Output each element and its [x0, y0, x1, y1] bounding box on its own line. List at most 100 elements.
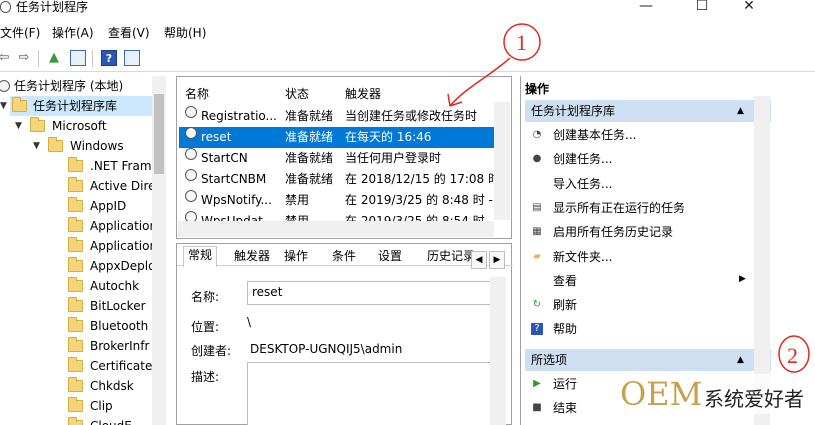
folder-icon: [68, 177, 83, 192]
tab-conditions[interactable]: 条件: [328, 248, 360, 266]
action-item-label: 结束: [553, 401, 578, 416]
actions-group-library[interactable]: 任务计划程序库 ▲: [525, 100, 771, 122]
tab-settings[interactable]: 设置: [374, 248, 406, 266]
tree-item-label: Certificate!: [90, 359, 158, 373]
annotation-arrow: [449, 57, 511, 107]
action-item-label: 显示所有正在运行的任务: [553, 200, 686, 215]
tab-actions[interactable]: 操作: [280, 248, 312, 266]
clock-app-icon: [0, 1, 11, 13]
task-status: 准备就绪: [285, 109, 334, 123]
toolbar-separator: [92, 50, 93, 67]
task-icon: ●: [532, 153, 542, 165]
wizard-icon: ◔: [532, 129, 542, 140]
task-status: 准备就绪: [285, 130, 334, 144]
tree-item-label: BrokerInfr: [90, 339, 150, 353]
task-clock-icon: [185, 169, 197, 181]
list-icon: ▤: [532, 201, 542, 213]
task-clock-icon: [185, 127, 197, 139]
tree-item-label: CloudE: [90, 416, 132, 425]
description-label: 描述:: [191, 370, 220, 384]
chevron-down-icon[interactable]: ▼: [33, 136, 40, 156]
column-status[interactable]: 状态: [285, 85, 309, 102]
description-field[interactable]: [247, 362, 493, 425]
column-name[interactable]: 名称: [185, 85, 209, 102]
action-item-label: 导入任务...: [553, 176, 613, 191]
name-field[interactable]: reset: [247, 281, 493, 305]
task-name: Registratio...: [201, 109, 277, 123]
folder-icon: [68, 297, 83, 312]
toolbar: ⇦ ⇨ ▲ ?: [0, 46, 815, 72]
folder-icon: [48, 137, 63, 152]
task-details-pane: 常规 触发器 操作 条件 设置 历史记录 名称: reset 位置: \ 创建者…: [176, 243, 513, 425]
action-item-label: 帮助: [553, 322, 578, 337]
task-status: 准备就绪: [285, 151, 334, 165]
library-folder-icon: [12, 97, 27, 112]
task-list-scrollbar[interactable]: [494, 102, 510, 220]
details-scrollbar[interactable]: [490, 277, 506, 425]
back-arrow-icon[interactable]: ⇦: [0, 50, 12, 66]
menu-view[interactable]: 查看(V): [108, 24, 150, 41]
submenu-arrow-icon[interactable]: ▶: [739, 274, 746, 284]
task-clock-icon: [185, 190, 197, 202]
maximize-button[interactable]: ☐: [682, 0, 722, 16]
show-tree-icon[interactable]: [70, 50, 86, 66]
task-name: reset: [201, 130, 232, 144]
task-trigger: 在 2019/3/25 的 8:48 时 -: [345, 193, 493, 207]
column-trigger[interactable]: 触发器: [345, 85, 381, 102]
forward-arrow-icon[interactable]: ⇨: [16, 50, 32, 66]
tree-library-label: 任务计划程序库: [33, 99, 118, 113]
actions-group-selected-label: 所选项: [531, 353, 568, 367]
action-item-label: 查看: [553, 273, 578, 288]
toolbar-separator: [38, 50, 39, 67]
tree-root-label: 任务计划程序 (本地): [14, 79, 124, 93]
tree-microsoft-label: Microsoft: [52, 119, 107, 133]
name-label: 名称:: [191, 290, 220, 304]
folder-icon: [68, 277, 83, 292]
window-title: 任务计划程序: [16, 0, 89, 14]
tree-scrollbar[interactable]: [152, 76, 166, 425]
task-list-horizontal-scrollbar[interactable]: [178, 221, 494, 237]
action-item-label: 运行: [553, 377, 578, 391]
annotation-two: 2: [778, 335, 810, 373]
task-row[interactable]: StartCN 准备就绪 当任何用户登录时: [179, 148, 495, 169]
close-button[interactable]: ✕: [729, 0, 769, 16]
task-name: StartCNBM: [201, 172, 267, 186]
folder-icon: [68, 317, 83, 332]
chevron-down-icon[interactable]: ▼: [15, 116, 22, 136]
menu-action[interactable]: 操作(A): [52, 24, 94, 41]
run-icon: ▶: [533, 378, 541, 389]
task-row[interactable]: WpsNotify... 禁用 在 2019/3/25 的 8:48 时 -: [179, 190, 495, 211]
collapse-up-icon[interactable]: ▲: [737, 100, 744, 122]
tree-windows-label: Windows: [70, 139, 124, 153]
task-row[interactable]: StartCNBM 准备就绪在 2018/12/15 的 17:08 时: [179, 169, 495, 190]
menu-file[interactable]: 文件(F): [0, 24, 40, 41]
up-folder-icon[interactable]: ▲: [46, 50, 62, 66]
tree-item-label: BitLocker: [90, 299, 146, 313]
author-value: DESKTOP-UGNQIJ5\admin: [250, 342, 403, 356]
menu-help[interactable]: 帮助(H): [164, 24, 206, 41]
tab-triggers[interactable]: 触发器: [230, 248, 274, 266]
tab-scroll-left-icon[interactable]: ◀: [471, 251, 487, 269]
help-icon[interactable]: ?: [101, 50, 117, 66]
action-item-label: 新文件夹...: [553, 249, 613, 264]
tree-scroll-thumb[interactable]: [154, 94, 164, 174]
tree-item-label: Autochk: [90, 279, 140, 293]
chevron-down-icon[interactable]: ▼: [0, 96, 7, 116]
minimize-button[interactable]: —: [626, 0, 666, 16]
task-row[interactable]: reset 准备就绪 在每天的 16:46: [179, 127, 495, 148]
location-value: \: [247, 315, 252, 329]
tab-scroll-right-icon[interactable]: ▶: [489, 251, 505, 269]
watermark-text: 系统爱好者: [704, 387, 804, 411]
refresh-icon: ↻: [532, 299, 542, 311]
action-item-label: 创建基本任务...: [553, 128, 637, 142]
author-label: 创建者:: [191, 344, 232, 358]
task-name: StartCN: [201, 151, 248, 165]
task-trigger: 在 2018/12/15 的 17:08 时: [345, 172, 495, 186]
stop-icon: ■: [532, 402, 542, 414]
show-action-pane-icon[interactable]: [124, 50, 140, 66]
tab-general[interactable]: 常规: [183, 246, 218, 267]
actions-group-selected[interactable]: 所选项 ▲: [525, 349, 771, 371]
folder-icon: [68, 157, 83, 172]
collapse-up-icon[interactable]: ▲: [737, 349, 744, 371]
folder-icon: [68, 217, 83, 232]
